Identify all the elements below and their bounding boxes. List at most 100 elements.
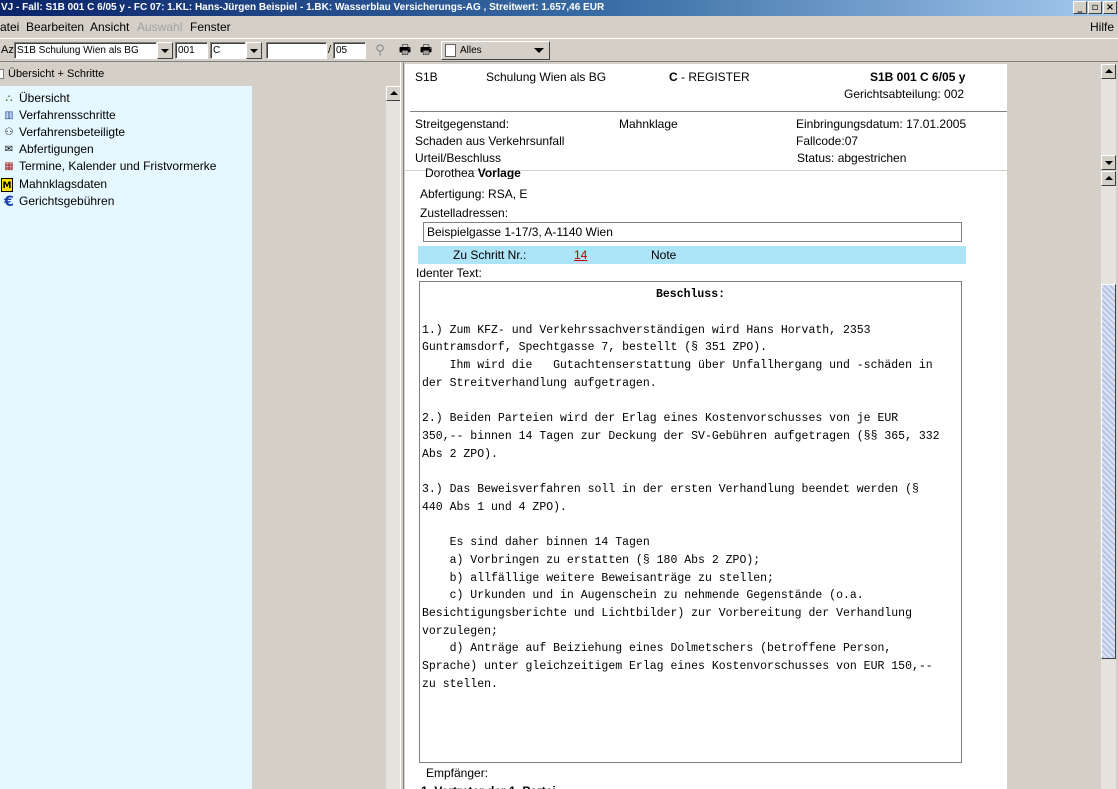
cut-bold: Vorlage [477, 166, 521, 179]
binoculars-icon[interactable]: ⚲ [372, 43, 388, 59]
tree-item-gerichtsgebuehren[interactable]: € Gerichtsgebühren [1, 193, 114, 210]
tree-item-mahnklagsdaten[interactable]: M Mahnklagsdaten [1, 176, 107, 193]
cut-prefix: Dorothea [425, 166, 478, 179]
menu-ansicht[interactable]: Ansicht [90, 20, 129, 34]
menu-datei[interactable]: atei [0, 20, 19, 34]
filing-date: Einbringungsdatum: 17.01.2005 [796, 117, 967, 131]
filter-combo[interactable]: Alles [441, 41, 550, 60]
step-reference-bar: Zu Schritt Nr.: 14 Note [418, 246, 966, 264]
m-icon: M [1, 177, 13, 192]
header-scrollbar[interactable] [1101, 64, 1116, 170]
az-dropdown-button[interactable] [157, 42, 173, 59]
menu-hilfe[interactable]: Hilfe [1090, 20, 1114, 34]
toolbar: Az: S1B Schulung Wien als BG 001 C / 05 … [0, 38, 1118, 62]
menu-auswahl[interactable]: Auswahl [137, 20, 182, 34]
step-label: Zu Schritt Nr.: [453, 248, 527, 262]
document-text-area[interactable]: Beschluss: 1.) Zum KFZ- und Verkehrssach… [419, 281, 962, 763]
window-title: VJ - Fall: S1B 001 C 6/05 y - FC 07: 1.K… [1, 2, 605, 13]
maximize-button[interactable]: ▫ [1088, 1, 1102, 14]
document-line: vorzulegen; [422, 624, 498, 638]
tree-item-label: Abfertigungen [19, 142, 94, 156]
register-prefix: C [669, 70, 678, 84]
tree-scrollbar[interactable] [386, 86, 401, 789]
tree-item-label: Verfahrensschritte [19, 108, 116, 122]
scroll-down-button[interactable] [1101, 155, 1116, 170]
document-icon [445, 44, 456, 57]
document-line: 1.) Zum KFZ- und Verkehrssachverständige… [422, 323, 871, 337]
left-panel-header: Übersicht + Schritte [0, 64, 404, 84]
document-line: Ihm wird die Gutachtenserstattung über U… [422, 359, 933, 373]
address-field[interactable]: Beispielgasse 1-17/3, A-1140 Wien [423, 222, 962, 242]
status-text: Status: abgestrichen [797, 151, 907, 165]
abfertigung-text: Abfertigung: RSA, E [420, 187, 528, 201]
tree-item-label: Mahnklagsdaten [19, 177, 108, 191]
filter-value: Alles [460, 45, 482, 56]
register-title: C - REGISTER [669, 70, 750, 84]
document-line: 3.) Das Beweisverfahren soll in der erst… [422, 483, 919, 496]
subject-value: Mahnklage [619, 117, 678, 131]
decision-type: Urteil/Beschluss [415, 151, 502, 165]
scroll-up-button[interactable] [386, 86, 401, 101]
document-line: Guntramsdorf, Spechtgasse 7, bestellt (§… [422, 341, 768, 355]
tree-item-verfahrensschritte[interactable]: ▥ Verfahrensschritte [1, 107, 116, 124]
content-side-area [1007, 171, 1101, 789]
document-line: 350,-- binnen 14 Tagen zur Deckung der S… [422, 429, 940, 443]
document-line: zu stellen. [422, 677, 498, 691]
document-title: Beschluss: [655, 288, 725, 301]
content-scrollbar[interactable] [1101, 171, 1116, 789]
mail-icon: ✉ [4, 143, 14, 155]
panel-splitter[interactable] [400, 62, 404, 789]
case-number: S1B 001 C 6/05 y [870, 70, 966, 84]
cut-off-line: Dorothea Vorlage [425, 166, 521, 179]
document-line: 2.) Beiden Parteien wird der Erlag eines… [422, 412, 899, 426]
tree-empty-area [252, 86, 386, 789]
panel-checkbox[interactable] [0, 69, 4, 79]
minimize-button[interactable]: _ [1073, 1, 1087, 14]
document-line: c) Urkunden und in Augenschein zu nehmen… [422, 589, 864, 603]
az-select-field[interactable]: S1B Schulung Wien als BG [14, 42, 157, 59]
document-line: d) Anträge auf Beiziehung eines Dolmetsc… [422, 642, 892, 656]
calendar-icon: ▦ [4, 160, 14, 172]
identer-text-label: Identer Text: [416, 266, 482, 280]
step-number-link[interactable]: 14 [574, 246, 587, 264]
court-code: S1B [415, 70, 438, 84]
tree-item-uebersicht[interactable]: ⛬ Übersicht [1, 90, 70, 107]
year-field[interactable]: 05 [333, 42, 366, 59]
chevron-down-icon [534, 48, 544, 53]
tree-item-label: Termine, Kalender und Fristvormerke [19, 159, 217, 173]
court-name: Schulung Wien als BG [486, 70, 607, 84]
register-dropdown-button[interactable] [246, 42, 262, 59]
subject-label: Streitgegenstand: [415, 117, 510, 131]
document-line: a) Vorbringen zu erstatten (§ 180 Abs 2 … [422, 553, 761, 567]
tree-item-termine[interactable]: ▦ Termine, Kalender und Fristvormerke [1, 158, 216, 175]
print-preview-icon[interactable]: 🖶 [418, 43, 434, 59]
subject-detail: Schaden aus Verkehrsunfall [415, 134, 565, 148]
department: Gerichtsabteilung: 002 [844, 87, 965, 101]
header-side-area [1007, 64, 1101, 170]
tree-item-label: Übersicht [19, 91, 70, 105]
document-line: Es sind daher binnen 14 Tagen [422, 536, 650, 550]
euro-icon: € [4, 193, 14, 210]
register-label: - REGISTER [677, 70, 750, 84]
participants-icon: ⚇ [4, 126, 14, 138]
scroll-thumb[interactable] [1101, 284, 1116, 659]
menu-bearbeiten[interactable]: Bearbeiten [26, 20, 84, 34]
tree-item-label: Verfahrensbeteiligte [19, 125, 126, 139]
window-controls: _ ▫ × [1073, 1, 1117, 15]
document-line: Sprache) unter gleichzeitigem Erlag eine… [422, 660, 933, 673]
steps-icon: ▥ [4, 109, 14, 121]
scroll-up-button[interactable] [1101, 171, 1116, 186]
slash-separator: / [328, 44, 332, 56]
case-number-field[interactable] [266, 42, 327, 59]
zustell-label: Zustelladressen: [420, 206, 509, 220]
register-field[interactable]: C [210, 42, 246, 59]
menu-bar: atei Bearbeiten Ansicht Auswahl Fenster … [0, 16, 1118, 38]
number-field[interactable]: 001 [175, 42, 208, 59]
close-button[interactable]: × [1103, 1, 1117, 14]
scroll-up-button[interactable] [1101, 64, 1116, 79]
print-icon[interactable]: 🖶 [397, 43, 413, 59]
menu-fenster[interactable]: Fenster [190, 20, 231, 34]
tree-item-verfahrensbeteiligte[interactable]: ⚇ Verfahrensbeteiligte [1, 124, 126, 141]
tree-item-abfertigungen[interactable]: ✉ Abfertigungen [1, 141, 94, 158]
header-divider [410, 111, 1007, 112]
